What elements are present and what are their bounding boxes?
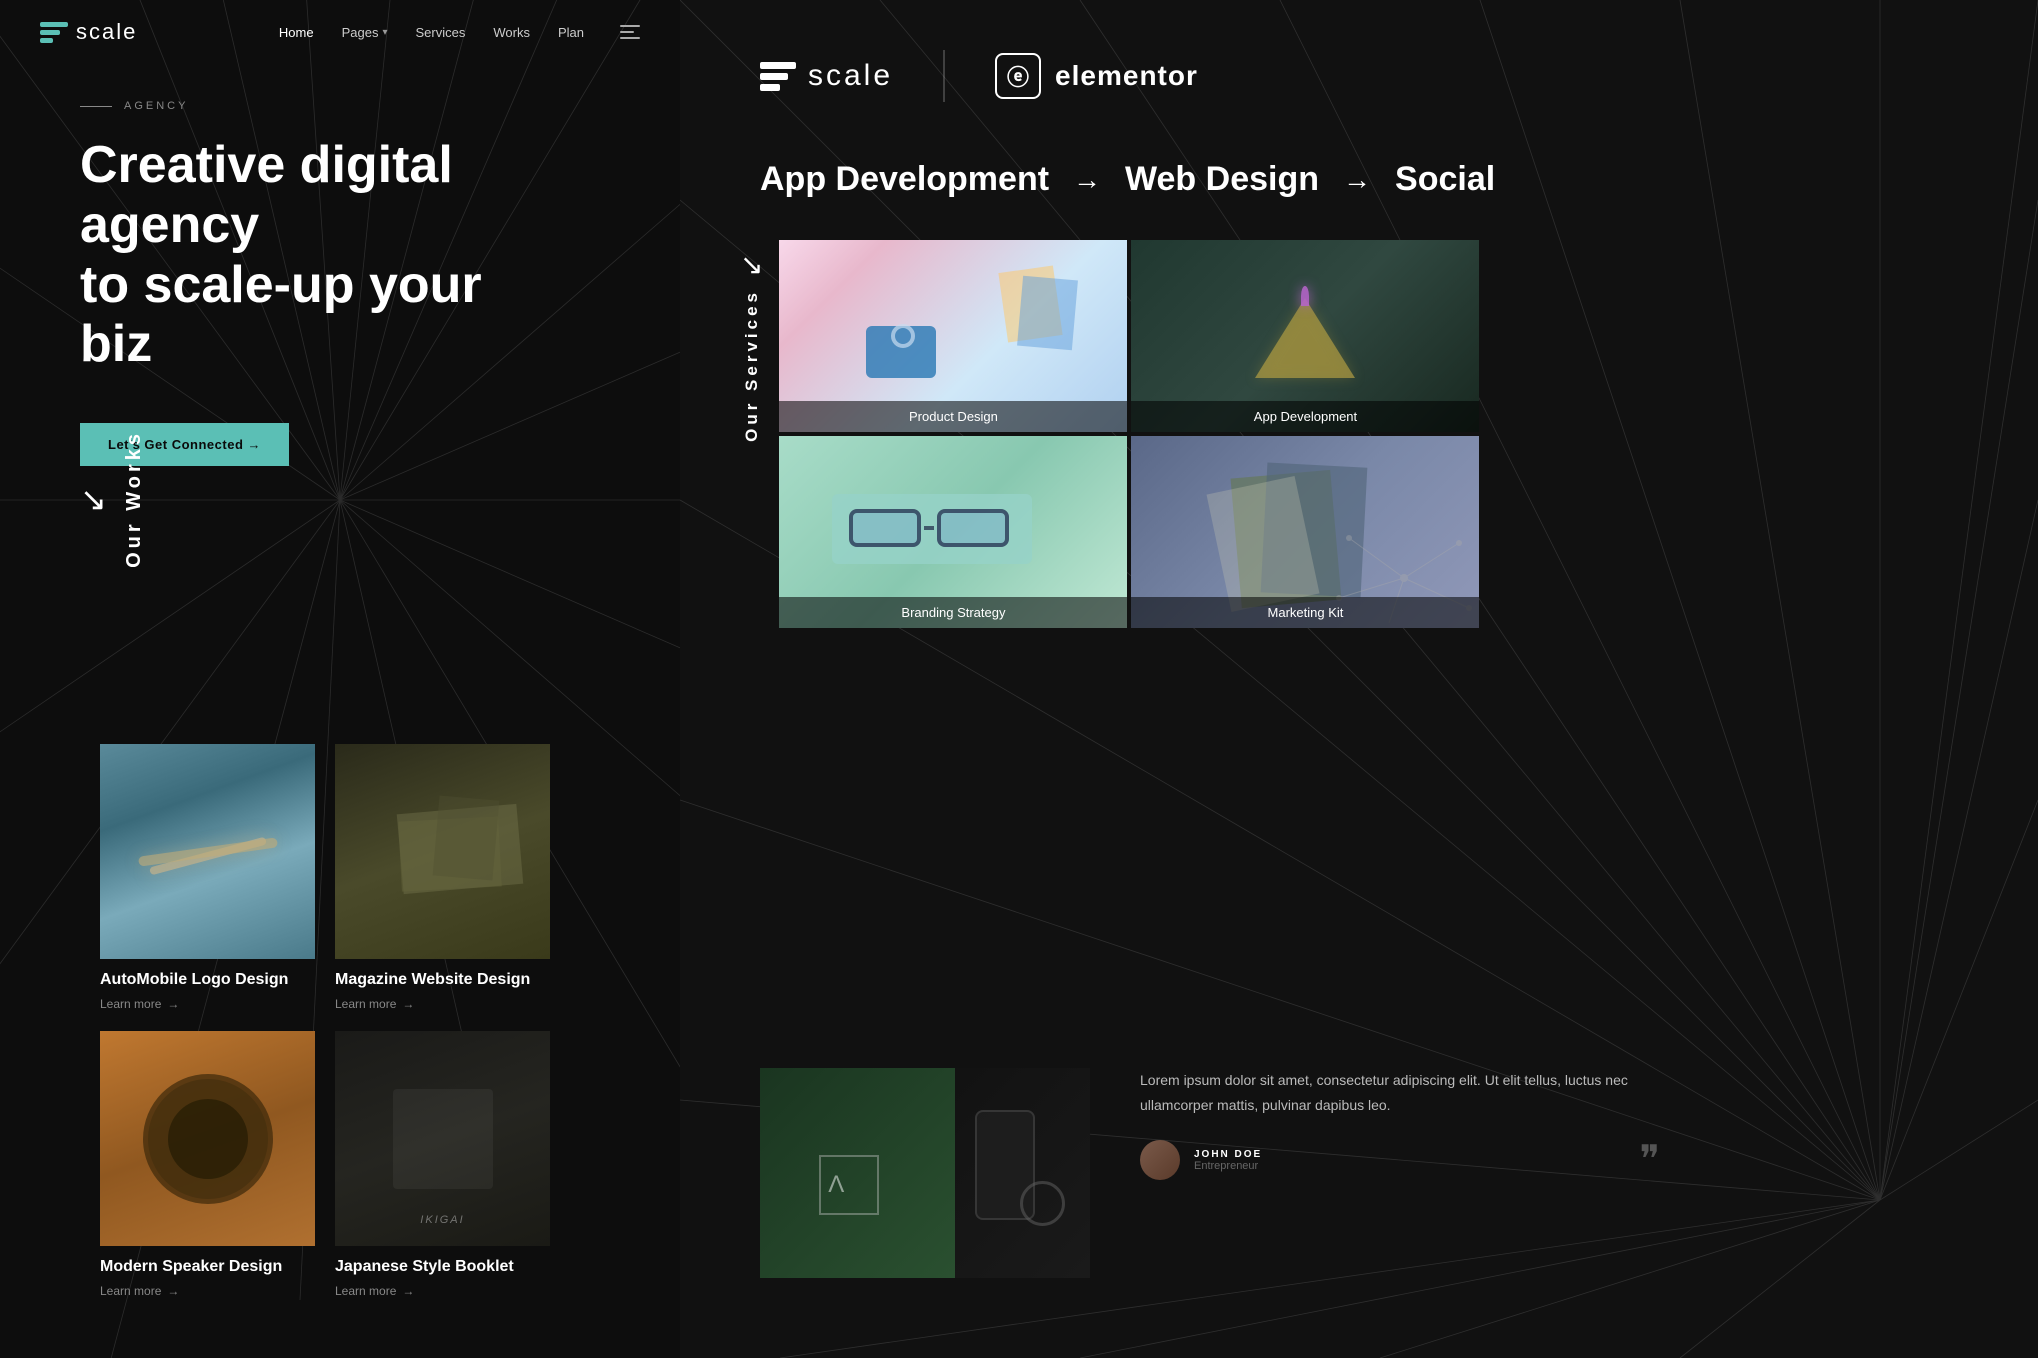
work-item-1: AutoMobile Logo Design Learn more →	[100, 744, 315, 1011]
work-link-1[interactable]: Learn more →	[100, 997, 315, 1011]
testimonial-photo-1: Λ	[760, 1068, 955, 1278]
nav-logo[interactable]: scale	[40, 18, 137, 46]
logo-layer-1	[40, 22, 68, 27]
ticker-arrow-2: →	[1343, 164, 1371, 196]
work-image-speaker	[100, 1031, 315, 1246]
our-works-header: ↘ Our Works	[80, 430, 146, 568]
testimonial-author-role: Entrepreneur	[1194, 1160, 1262, 1172]
work-link-3[interactable]: Learn more →	[100, 1284, 315, 1298]
service-label-branding: Branding Strategy	[779, 597, 1127, 628]
hero-section: AGENCY Creative digital agency to scale-…	[80, 100, 560, 466]
testimonial-author-row: JOHN DOE Entrepreneur ❞	[1140, 1140, 1660, 1180]
ticker-arrow-1: →	[1073, 164, 1101, 196]
works-arrow-icon: ↘	[80, 480, 107, 518]
scale-logo-icon	[760, 58, 796, 94]
service-card-marketing[interactable]: Marketing Kit	[1131, 436, 1479, 628]
services-grid: Product Design App Development	[779, 240, 1479, 628]
work-item-2: Magazine Website Design Learn more →	[335, 744, 550, 1011]
ticker-social: Social	[1395, 160, 1495, 199]
nav-home[interactable]: Home	[279, 25, 314, 40]
testimonial-section: Λ Lorem ipsum dolor sit amet, consectetu…	[760, 1068, 1978, 1278]
our-services-section: ↘ Our Services Product Design	[740, 240, 1479, 628]
logo-icon	[40, 18, 68, 46]
services-side-label: ↘ Our Services	[740, 240, 763, 442]
work-image-auto-logo	[100, 744, 315, 959]
services-ticker: App Development → Web Design → Social	[760, 160, 1495, 199]
hero-label: AGENCY	[80, 100, 560, 112]
hero-label-line	[80, 106, 112, 107]
ticker-web-design: Web Design	[1125, 160, 1319, 199]
elementor-logo-icon: ⓔ	[995, 53, 1041, 99]
brand-elementor: ⓔ elementor	[995, 53, 1198, 99]
hero-title: Creative digital agency to scale-up your…	[80, 136, 560, 375]
work-link-4[interactable]: Learn more →	[335, 1284, 550, 1298]
work-title-4: Japanese Style Booklet	[335, 1258, 550, 1276]
nav-services[interactable]: Services	[416, 25, 466, 40]
work-image-magazine	[335, 744, 550, 959]
service-label-app: App Development	[1131, 401, 1479, 432]
our-works-rotated-label: Our Works	[123, 430, 146, 568]
our-services-vert-label: Our Services	[742, 289, 762, 442]
testimonial-author-name: JOHN DOE	[1194, 1149, 1262, 1160]
ticker-app-dev: App Development	[760, 160, 1049, 199]
testimonial-content: Lorem ipsum dolor sit amet, consectetur …	[1140, 1068, 1660, 1180]
work-item-4: IKIGAI Japanese Style Booklet Learn more…	[335, 1031, 550, 1298]
services-arrow-diag-icon: ↘	[740, 248, 763, 281]
navbar: scale Home Pages ▾ Services Works Plan	[0, 0, 680, 64]
testimonial-quote-mark: ❞	[1640, 1141, 1660, 1179]
service-label-product: Product Design	[779, 401, 1127, 432]
brand-scale: scale	[760, 58, 893, 94]
work-link-2[interactable]: Learn more →	[335, 997, 550, 1011]
work-item-3: Modern Speaker Design Learn more →	[100, 1031, 315, 1298]
testimonial-author-info: JOHN DOE Entrepreneur	[1194, 1149, 1262, 1172]
logo-text: scale	[76, 19, 137, 45]
work-image-booklet: IKIGAI	[335, 1031, 550, 1246]
service-card-branding[interactable]: Branding Strategy	[779, 436, 1127, 628]
brand-separator	[943, 50, 945, 102]
work-title-3: Modern Speaker Design	[100, 1258, 315, 1276]
work-title-1: AutoMobile Logo Design	[100, 971, 315, 989]
works-grid: AutoMobile Logo Design Learn more → Maga…	[100, 744, 550, 1318]
scale-brand-text: scale	[808, 59, 893, 93]
hamburger-menu-icon[interactable]	[620, 25, 640, 39]
elementor-brand-text: elementor	[1055, 60, 1198, 92]
logo-layer-2	[40, 30, 60, 35]
testimonial-quote-text: Lorem ipsum dolor sit amet, consectetur …	[1140, 1068, 1660, 1118]
nav-works[interactable]: Works	[493, 25, 530, 40]
work-title-2: Magazine Website Design	[335, 971, 550, 989]
service-card-product-design[interactable]: Product Design	[779, 240, 1127, 432]
nav-pages[interactable]: Pages ▾	[342, 25, 388, 40]
service-label-marketing: Marketing Kit	[1131, 597, 1479, 628]
brands-row: scale ⓔ elementor	[760, 50, 1198, 102]
left-panel: scale Home Pages ▾ Services Works Plan A…	[0, 0, 680, 1358]
testimonial-photos: Λ	[760, 1068, 1090, 1278]
logo-layer-3	[40, 38, 53, 43]
service-card-app-dev[interactable]: App Development	[1131, 240, 1479, 432]
right-panel: scale ⓔ elementor App Development → Web …	[680, 0, 2038, 1358]
nav-links: Home Pages ▾ Services Works Plan	[279, 25, 640, 40]
testimonial-avatar	[1140, 1140, 1180, 1180]
nav-plan[interactable]: Plan	[558, 25, 584, 40]
pages-chevron-icon: ▾	[382, 27, 387, 38]
